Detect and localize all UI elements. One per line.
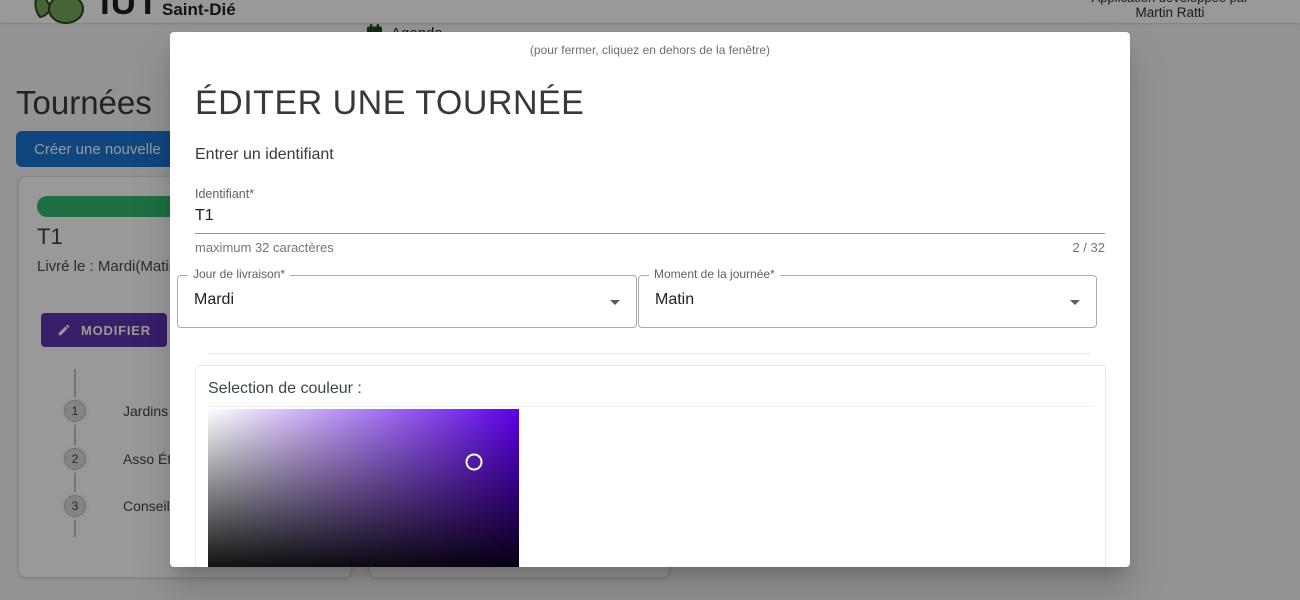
color-picker-card: Selection de couleur : bbox=[195, 365, 1106, 567]
modal-subtitle: Entrer un identifiant bbox=[195, 146, 334, 164]
identifiant-counter: 2 / 32 bbox=[1072, 240, 1105, 255]
identifiant-helper: maximum 32 caractères bbox=[195, 240, 334, 255]
day-select-value: Mardi bbox=[194, 291, 234, 309]
edit-tour-dialog: (pour fermer, cliquez en dehors de la fe… bbox=[170, 32, 1130, 567]
color-section-title: Selection de couleur : bbox=[208, 380, 362, 398]
identifiant-input[interactable]: T1 bbox=[195, 207, 1105, 225]
moment-select-value: Matin bbox=[655, 291, 694, 309]
color-saturation-gradient[interactable] bbox=[208, 409, 519, 567]
modal-title: ÉDITER UNE TOURNÉE bbox=[195, 84, 584, 123]
divider bbox=[208, 353, 1090, 354]
identifiant-label: Identifiant* bbox=[195, 187, 254, 201]
color-picker-cursor[interactable] bbox=[466, 454, 483, 471]
moment-select-label: Moment de la journée* bbox=[649, 267, 780, 281]
day-select-label: Jour de livraison* bbox=[188, 267, 290, 281]
divider bbox=[208, 406, 1094, 407]
close-hint: (pour fermer, cliquez en dehors de la fe… bbox=[170, 43, 1130, 57]
moment-select[interactable]: Moment de la journée* Matin bbox=[638, 275, 1097, 328]
day-select[interactable]: Jour de livraison* Mardi bbox=[177, 275, 637, 328]
chevron-down-icon bbox=[610, 300, 620, 305]
chevron-down-icon bbox=[1070, 300, 1080, 305]
identifiant-underline bbox=[195, 233, 1105, 234]
